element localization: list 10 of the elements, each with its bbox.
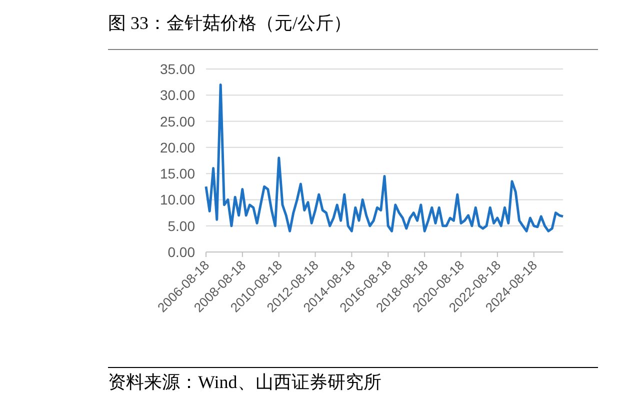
y-tick-label: 15.00 bbox=[160, 166, 195, 182]
y-tick-label: 30.00 bbox=[160, 87, 195, 104]
y-tick-label: 5.00 bbox=[168, 218, 195, 234]
y-tick-label: 0.00 bbox=[168, 244, 195, 260]
y-tick-label: 25.00 bbox=[160, 113, 195, 130]
figure-title: 图 33：金针菇价格（元/公斤） bbox=[108, 12, 353, 35]
source-note: 资料来源：Wind、山西证券研究所 bbox=[108, 371, 382, 394]
y-tick-label: 20.00 bbox=[160, 139, 195, 156]
y-tick-label: 10.00 bbox=[160, 192, 195, 208]
y-tick-label: 35.00 bbox=[160, 61, 195, 77]
